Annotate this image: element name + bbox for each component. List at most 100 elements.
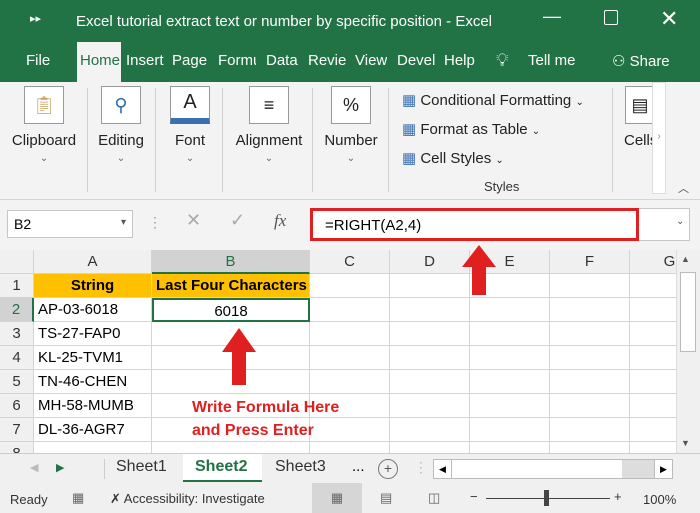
- cell-E7[interactable]: [470, 418, 550, 442]
- tab-insert[interactable]: Insert: [126, 52, 164, 69]
- cell-A1[interactable]: String: [34, 274, 152, 298]
- cell-G5[interactable]: [630, 370, 676, 394]
- page-layout-view-icon[interactable]: ▤: [380, 490, 392, 506]
- cell-G6[interactable]: [630, 394, 676, 418]
- tab-help[interactable]: Help: [444, 52, 475, 69]
- column-header-B[interactable]: B: [152, 250, 310, 274]
- font-group[interactable]: A Font ⌄: [160, 86, 220, 164]
- share-button[interactable]: ⚇ Share: [612, 52, 670, 70]
- zoom-level[interactable]: 100%: [643, 492, 676, 507]
- cell-F3[interactable]: [550, 322, 630, 346]
- prev-sheet-icon[interactable]: ◀: [30, 461, 38, 474]
- cell-G3[interactable]: [630, 322, 676, 346]
- quick-access-icon[interactable]: ▸▸: [30, 12, 41, 25]
- column-header-F[interactable]: F: [550, 250, 630, 274]
- cell-F1[interactable]: [550, 274, 630, 298]
- drag-handle-icon[interactable]: ⋮: [148, 214, 162, 231]
- vertical-scrollbar[interactable]: ▲ ▼: [676, 250, 700, 453]
- sheet-tab-sheet2[interactable]: Sheet2: [183, 454, 262, 482]
- sheet-tab-sheet1[interactable]: Sheet1: [116, 458, 167, 476]
- cell-F5[interactable]: [550, 370, 630, 394]
- editing-group[interactable]: ⚲ Editing ⌄: [93, 86, 149, 164]
- tab-data[interactable]: Data: [266, 52, 300, 69]
- tell-me-search[interactable]: Tell me: [528, 52, 576, 69]
- cell-G7[interactable]: [630, 418, 676, 442]
- tab-view[interactable]: View: [355, 52, 387, 69]
- alignment-group[interactable]: ≡ Alignment ⌄: [228, 86, 310, 164]
- cell-A6[interactable]: MH-58-MUMB: [34, 394, 152, 418]
- tab-home[interactable]: Home: [77, 42, 121, 82]
- macro-icon[interactable]: ▦: [72, 490, 84, 506]
- clipboard-group[interactable]: 📋︎ Clipboard ⌄: [8, 86, 80, 164]
- cell-E8[interactable]: [470, 442, 550, 453]
- cell-A5[interactable]: TN-46-CHEN: [34, 370, 152, 394]
- cell-B1[interactable]: Last Four Characters: [152, 274, 310, 298]
- add-sheet-icon[interactable]: +: [378, 459, 398, 479]
- cell-E5[interactable]: [470, 370, 550, 394]
- splitter-icon[interactable]: ⋮: [414, 459, 428, 476]
- row-header-2[interactable]: 2: [0, 298, 34, 322]
- row-header-1[interactable]: 1: [0, 274, 34, 298]
- cell-D5[interactable]: [390, 370, 470, 394]
- cell-A4[interactable]: KL-25-TVM1: [34, 346, 152, 370]
- scrollbar-thumb[interactable]: [680, 272, 696, 352]
- formula-text[interactable]: =RIGHT(A2,4): [325, 217, 421, 234]
- enter-icon[interactable]: ✓: [230, 210, 245, 231]
- tab-file[interactable]: File: [26, 52, 50, 69]
- tab-formulas[interactable]: Formu: [218, 52, 256, 69]
- zoom-out-button[interactable]: −: [470, 489, 478, 504]
- cell-C1[interactable]: [310, 274, 390, 298]
- column-header-D[interactable]: D: [390, 250, 470, 274]
- cell-G1[interactable]: [630, 274, 676, 298]
- select-all-corner[interactable]: [0, 250, 34, 274]
- minimize-icon[interactable]: —: [543, 6, 561, 27]
- cell-G2[interactable]: [630, 298, 676, 322]
- scroll-right-icon[interactable]: ▶: [654, 460, 672, 478]
- column-header-G[interactable]: G: [630, 250, 676, 274]
- scroll-left-icon[interactable]: ◀: [434, 460, 452, 478]
- tab-page-layout[interactable]: Page L: [172, 52, 208, 69]
- cell-C3[interactable]: [310, 322, 390, 346]
- row-header-3[interactable]: 3: [0, 322, 34, 346]
- column-header-A[interactable]: A: [34, 250, 152, 274]
- row-header-7[interactable]: 7: [0, 418, 34, 442]
- cancel-icon[interactable]: ✕: [186, 210, 201, 231]
- conditional-formatting-button[interactable]: ▦ Conditional Formatting ⌄: [402, 91, 584, 109]
- cell-A3[interactable]: TS-27-FAP0: [34, 322, 152, 346]
- cell-E2[interactable]: [470, 298, 550, 322]
- maximize-icon[interactable]: [604, 10, 618, 25]
- expand-formula-icon[interactable]: ⌄: [676, 216, 684, 227]
- row-header-6[interactable]: 6: [0, 394, 34, 418]
- zoom-slider-thumb[interactable]: [544, 490, 549, 506]
- ribbon-scroll-right[interactable]: ›: [652, 82, 666, 194]
- cell-F7[interactable]: [550, 418, 630, 442]
- scroll-up-icon[interactable]: ▲: [681, 254, 690, 264]
- number-group[interactable]: % Number ⌄: [318, 86, 384, 164]
- cell-D2[interactable]: [390, 298, 470, 322]
- cell-A2[interactable]: AP-03-6018: [34, 298, 152, 322]
- cell-G8[interactable]: [630, 442, 676, 453]
- normal-view-icon[interactable]: ▦: [312, 483, 362, 513]
- cell-A8[interactable]: [34, 442, 152, 453]
- cell-A7[interactable]: DL-36-AGR7: [34, 418, 152, 442]
- cell-D8[interactable]: [390, 442, 470, 453]
- row-header-4[interactable]: 4: [0, 346, 34, 370]
- cell-E4[interactable]: [470, 346, 550, 370]
- cell-D1[interactable]: [390, 274, 470, 298]
- row-header-5[interactable]: 5: [0, 370, 34, 394]
- cell-D4[interactable]: [390, 346, 470, 370]
- scrollbar-thumb[interactable]: [452, 460, 622, 478]
- cell-E3[interactable]: [470, 322, 550, 346]
- cell-D3[interactable]: [390, 322, 470, 346]
- cell-E6[interactable]: [470, 394, 550, 418]
- cell-F4[interactable]: [550, 346, 630, 370]
- cell-F2[interactable]: [550, 298, 630, 322]
- close-icon[interactable]: ✕: [660, 6, 678, 32]
- format-as-table-button[interactable]: ▦ Format as Table ⌄: [402, 120, 540, 138]
- row-header-8[interactable]: 8: [0, 442, 34, 453]
- more-sheets-button[interactable]: ...: [352, 458, 365, 475]
- cell-D7[interactable]: [390, 418, 470, 442]
- cell-B2[interactable]: 6018: [152, 298, 310, 322]
- cell-D6[interactable]: [390, 394, 470, 418]
- sheet-tab-sheet3[interactable]: Sheet3: [275, 458, 326, 476]
